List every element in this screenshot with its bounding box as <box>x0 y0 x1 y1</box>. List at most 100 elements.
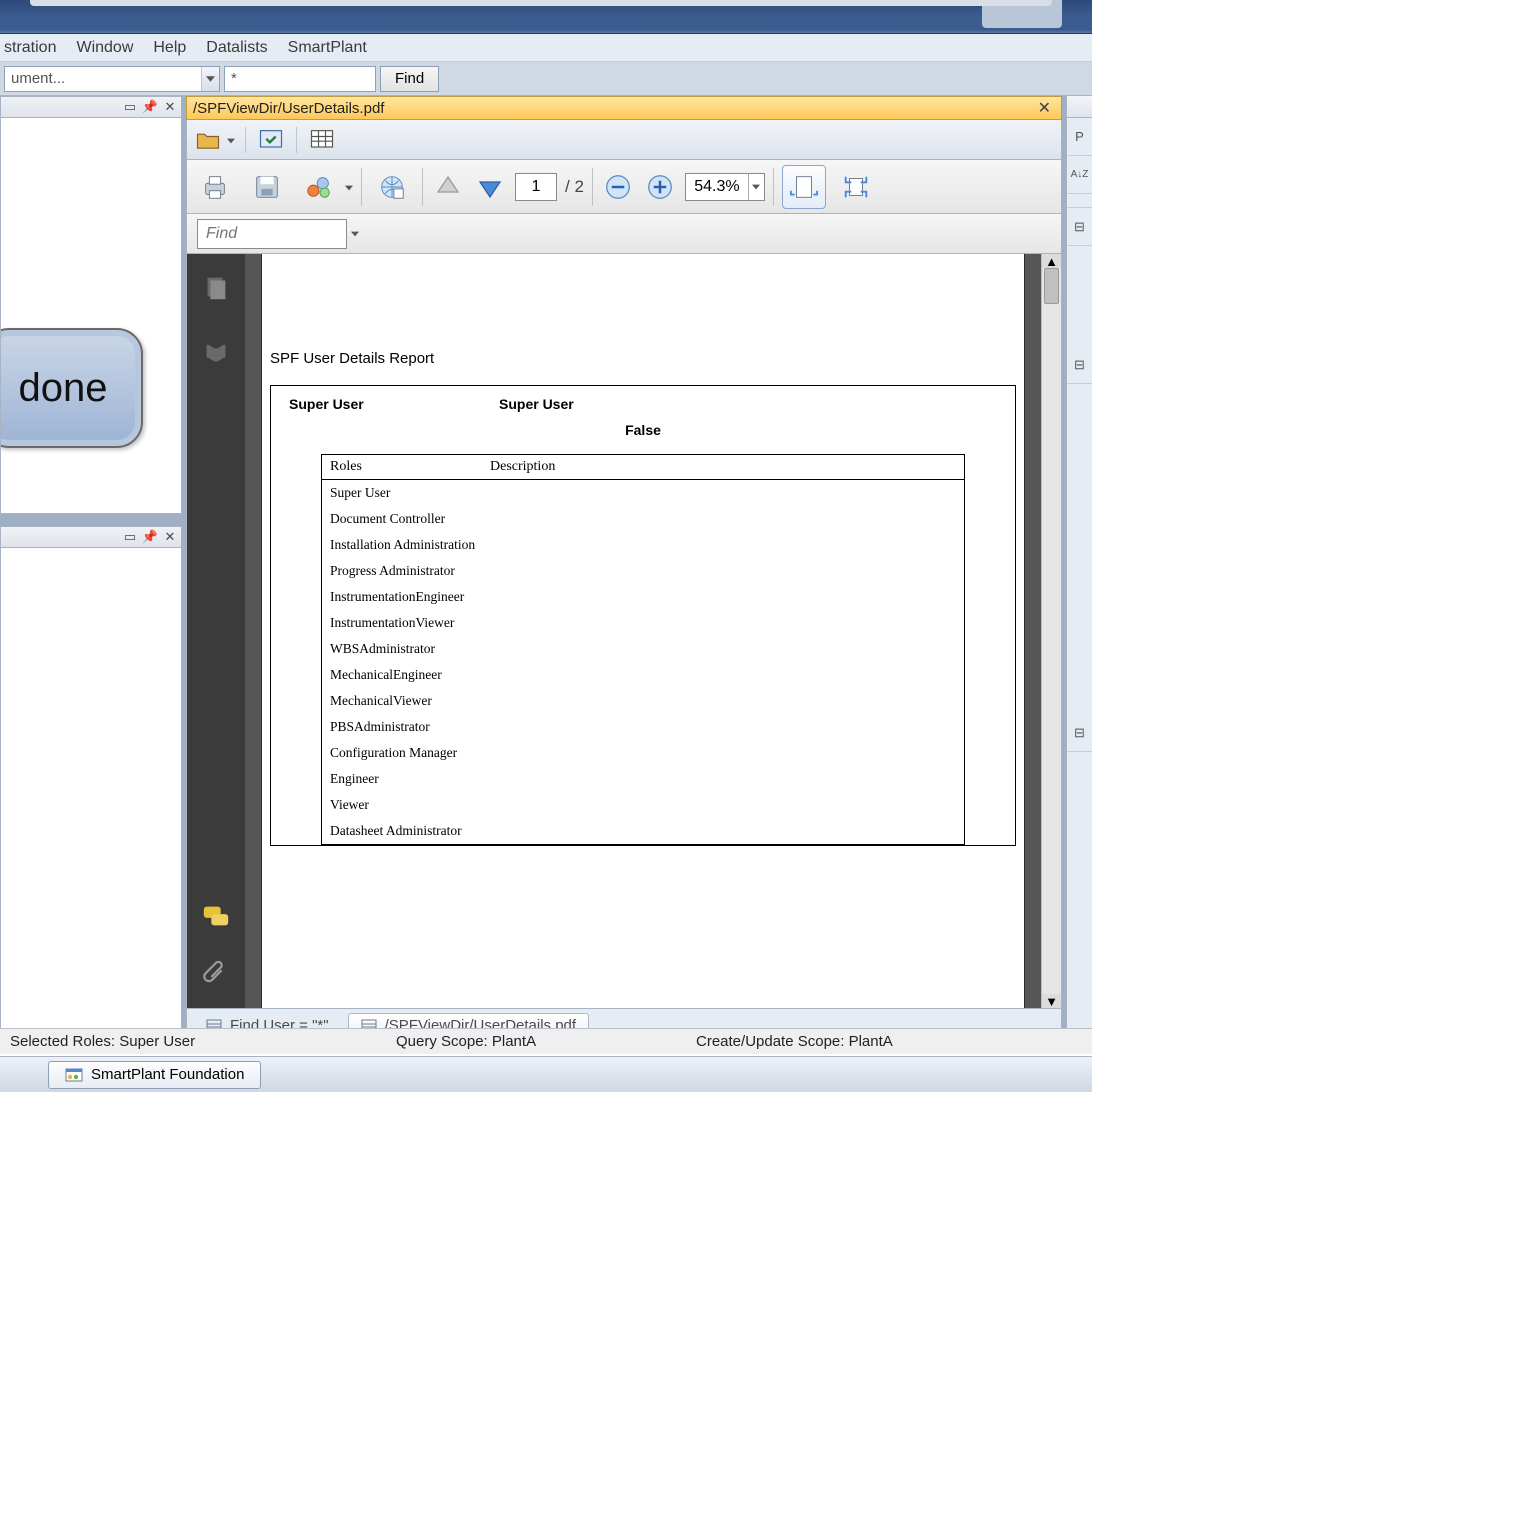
expand-icon[interactable]: ⊟ <box>1067 714 1092 752</box>
pages-icon[interactable] <box>200 272 232 304</box>
chevron-down-icon[interactable] <box>347 219 363 249</box>
scrollbar[interactable]: ▲ ▼ <box>1041 254 1061 1008</box>
expand-icon[interactable]: ⊟ <box>1067 208 1092 246</box>
status-roles: Selected Roles: Super User <box>0 1033 396 1050</box>
report-header-bool: False <box>271 422 1015 448</box>
grid-view-button[interactable] <box>307 125 337 155</box>
window-state-icon[interactable]: ▭ <box>123 100 137 114</box>
find-button[interactable]: Find <box>380 66 439 92</box>
document-toolbar <box>186 120 1062 160</box>
web-button[interactable] <box>370 165 414 209</box>
zoom-combo[interactable] <box>685 173 765 201</box>
menu-item[interactable]: Datalists <box>206 39 267 57</box>
save-button[interactable] <box>245 165 289 209</box>
table-row: InstrumentationEngineer <box>322 584 964 610</box>
document-area: /SPFViewDir/UserDetails.pdf ✕ <box>186 96 1062 1043</box>
close-icon[interactable]: ✕ <box>163 100 177 114</box>
page-down-button[interactable] <box>473 170 507 204</box>
taskbar: SmartPlant Foundation <box>0 1056 1092 1092</box>
pdf-find-input[interactable] <box>197 219 347 249</box>
bookmark-icon[interactable] <box>200 338 232 370</box>
menu-item[interactable]: SmartPlant <box>288 39 367 57</box>
status-query-scope: Query Scope: PlantA <box>396 1033 696 1050</box>
table-row: MechanicalViewer <box>322 688 964 714</box>
status-bar: Selected Roles: Super User Query Scope: … <box>0 1028 1092 1054</box>
taskbar-app-button[interactable]: SmartPlant Foundation <box>48 1061 261 1089</box>
close-icon[interactable]: ✕ <box>163 530 177 544</box>
fit-page-button[interactable] <box>834 165 878 209</box>
zoom-out-button[interactable] <box>601 170 635 204</box>
table-row: MechanicalEngineer <box>322 662 964 688</box>
table-row: InstrumentationViewer <box>322 610 964 636</box>
chevron-down-icon[interactable] <box>201 67 219 91</box>
search-type-combo[interactable] <box>4 66 220 92</box>
page-number-input[interactable] <box>515 173 557 201</box>
document-tab-title: /SPFViewDir/UserDetails.pdf <box>193 100 1034 117</box>
left-bottom-panel-body <box>0 548 182 1043</box>
scroll-down-icon[interactable]: ▼ <box>1042 994 1061 1008</box>
right-strip-p[interactable]: P <box>1067 118 1092 156</box>
pdf-viewer: SPF User Details Report Super User Super… <box>186 254 1062 1009</box>
close-icon[interactable]: ✕ <box>1034 98 1055 118</box>
table-row: Datasheet Administrator <box>322 818 964 844</box>
search-type-input[interactable] <box>5 67 201 91</box>
table-row: Super User <box>322 480 964 506</box>
expand-icon[interactable]: ⊟ <box>1067 346 1092 384</box>
column-description: Description <box>490 459 555 475</box>
pdf-sidebar <box>187 254 245 1008</box>
app-icon <box>65 1066 83 1084</box>
workspace: ▭ 📌 ✕ done ▭ 📌 ✕ /SPFViewDir/UserDetails… <box>0 96 1092 1043</box>
table-row: PBSAdministrator <box>322 714 964 740</box>
report-box: Super User Super User False Roles Descri… <box>270 385 1016 846</box>
table-row: Configuration Manager <box>322 740 964 766</box>
scroll-up-icon[interactable]: ▲ <box>1042 254 1061 268</box>
comments-icon[interactable] <box>200 900 232 932</box>
search-filter-field[interactable] <box>224 66 376 92</box>
pdf-findbar <box>186 214 1062 254</box>
page-total-label: / 2 <box>565 177 584 197</box>
column-roles: Roles <box>330 459 490 475</box>
chevron-down-icon[interactable] <box>227 132 235 147</box>
zoom-input[interactable] <box>686 178 748 196</box>
attachment-icon[interactable] <box>200 960 232 992</box>
print-button[interactable] <box>193 165 237 209</box>
table-row: Viewer <box>322 792 964 818</box>
table-row: Installation Administration <box>322 532 964 558</box>
open-folder-button[interactable] <box>193 125 223 155</box>
refresh-button[interactable] <box>256 125 286 155</box>
fit-width-button[interactable] <box>782 165 826 209</box>
pin-icon[interactable]: 📌 <box>143 100 157 114</box>
chevron-down-icon[interactable] <box>345 179 353 194</box>
report-title: SPF User Details Report <box>262 350 1024 367</box>
table-row: Document Controller <box>322 506 964 532</box>
menu-item[interactable]: stration <box>4 39 56 57</box>
table-row: Engineer <box>322 766 964 792</box>
window-state-icon[interactable]: ▭ <box>123 530 137 544</box>
menu-item[interactable]: Help <box>153 39 186 57</box>
zoom-in-button[interactable] <box>643 170 677 204</box>
pdf-toolbar: / 2 <box>186 160 1062 214</box>
export-button[interactable] <box>297 165 341 209</box>
search-toolbar: Find <box>0 62 1092 96</box>
done-bubble: done <box>0 328 143 448</box>
menu-item[interactable]: Window <box>76 39 133 57</box>
pdf-page: SPF User Details Report Super User Super… <box>262 254 1024 1008</box>
pin-icon[interactable]: 📌 <box>143 530 157 544</box>
sort-az-icon[interactable]: A↓Z <box>1067 156 1092 194</box>
report-header-left: Super User <box>289 396 499 412</box>
window-titlebar <box>0 0 1092 34</box>
document-tab[interactable]: /SPFViewDir/UserDetails.pdf ✕ <box>186 96 1062 120</box>
search-filter-input[interactable] <box>225 67 375 91</box>
scroll-thumb[interactable] <box>1044 268 1059 304</box>
page-up-button[interactable] <box>431 170 465 204</box>
pdf-page-wrap: SPF User Details Report Super User Super… <box>245 254 1061 1008</box>
left-panels: ▭ 📌 ✕ done ▭ 📌 ✕ <box>0 96 182 1043</box>
table-row: WBSAdministrator <box>322 636 964 662</box>
left-top-panel-body: done <box>0 118 182 514</box>
chevron-down-icon[interactable] <box>748 174 764 200</box>
main-menubar: stration Window Help Datalists SmartPlan… <box>0 34 1092 62</box>
right-strip: P A↓Z ⊟ ⊟ ⊟ <box>1066 96 1092 1043</box>
table-row: Progress Administrator <box>322 558 964 584</box>
left-top-panel-header: ▭ 📌 ✕ <box>0 96 182 118</box>
taskbar-app-label: SmartPlant Foundation <box>91 1066 244 1083</box>
